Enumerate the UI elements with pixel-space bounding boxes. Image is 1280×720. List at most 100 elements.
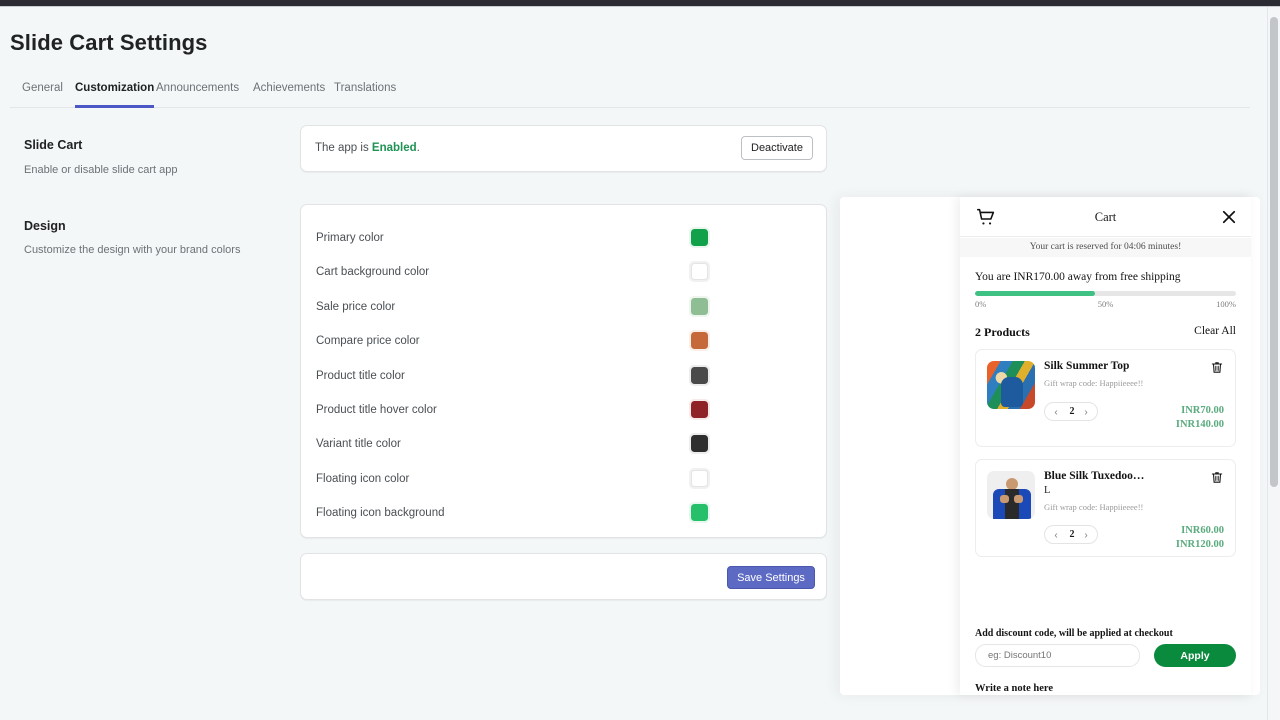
deactivate-button[interactable]: Deactivate	[741, 136, 813, 160]
gift-wrap-code: Gift wrap code: Happiieeee!!	[1044, 502, 1143, 512]
color-setting-row: Primary color	[301, 224, 828, 258]
product-title[interactable]: Blue Silk Tuxedoo…	[1044, 470, 1144, 482]
tab-announcements[interactable]: Announcements	[156, 77, 239, 108]
tab-customization[interactable]: Customization	[75, 77, 154, 108]
page-scrollbar-track[interactable]	[1267, 7, 1280, 720]
app-root: Slide Cart Settings Customization Genera…	[0, 0, 1280, 720]
product-variant: L	[1044, 485, 1050, 496]
quantity-increase-button[interactable]: ›	[1079, 528, 1093, 543]
save-settings-button[interactable]: Save Settings	[727, 566, 815, 589]
section-subtext-slide-cart: Enable or disable slide cart app	[24, 164, 177, 176]
gift-wrap-code: Gift wrap code: Happiieeee!!	[1044, 378, 1143, 388]
apply-discount-button[interactable]: Apply	[1154, 644, 1236, 667]
color-setting-row: Floating icon background	[301, 499, 828, 533]
product-sale-price: INR70.00	[1181, 405, 1224, 416]
tab-bar: Customization General Announcements Achi…	[10, 77, 1250, 108]
app-status-text: The app is Enabled.	[315, 142, 420, 154]
free-shipping-progress-track	[975, 291, 1236, 296]
product-title[interactable]: Silk Summer Top	[1044, 360, 1129, 372]
tab-translations[interactable]: Translations	[334, 77, 396, 108]
color-swatch-button[interactable]	[689, 296, 710, 317]
product-compare-price: INR140.00	[1176, 419, 1224, 430]
color-swatch	[691, 263, 708, 280]
color-swatch-button[interactable]	[689, 261, 710, 282]
close-icon[interactable]	[1220, 208, 1238, 226]
color-swatch	[691, 401, 708, 418]
color-setting-label: Sale price color	[316, 301, 395, 313]
clear-all-button[interactable]: Clear All	[1194, 325, 1236, 337]
app-status-value: Enabled	[372, 142, 417, 154]
cart-reservation-banner: Your cart is reserved for 04:06 minutes!	[960, 238, 1251, 257]
page-title: Slide Cart Settings	[10, 30, 208, 56]
color-swatch-button[interactable]	[689, 365, 710, 386]
color-setting-label: Floating icon color	[316, 473, 409, 485]
color-setting-label: Cart background color	[316, 266, 429, 278]
products-summary-row: 2 Products Clear All	[975, 325, 1236, 341]
color-setting-label: Compare price color	[316, 335, 420, 347]
quantity-stepper: ‹ 2 ›	[1044, 402, 1098, 421]
color-swatch	[691, 470, 708, 487]
color-swatch-button[interactable]	[689, 502, 710, 523]
products-count-label: 2 Products	[975, 325, 1030, 340]
color-setting-row: Sale price color	[301, 293, 828, 327]
product-thumbnail	[987, 361, 1035, 409]
trash-icon[interactable]	[1210, 470, 1224, 485]
cart-header: Cart	[960, 197, 1251, 237]
page-scrollbar-thumb[interactable]	[1270, 17, 1278, 487]
cart-drawer-preview: Cart Your cart is reserved for 04:06 min…	[960, 197, 1251, 695]
color-setting-label: Primary color	[316, 232, 384, 244]
color-setting-row: Floating icon color	[301, 465, 828, 499]
list-item: Blue Silk Tuxedoo… L Gift wrap code: Hap…	[975, 459, 1236, 557]
color-swatch	[691, 367, 708, 384]
settings-page: Slide Cart Settings Customization Genera…	[0, 7, 1280, 720]
progress-scale: 0% 50% 100%	[975, 299, 1236, 311]
quantity-increase-button[interactable]: ›	[1079, 405, 1093, 420]
discount-code-label: Add discount code, will be applied at ch…	[975, 628, 1173, 639]
cart-reservation-text: Your cart is reserved for 04:06 minutes!	[960, 242, 1251, 252]
color-setting-row: Variant title color	[301, 430, 828, 464]
design-card: Primary color Cart background color Sale p…	[300, 204, 827, 538]
quantity-stepper: ‹ 2 ›	[1044, 525, 1098, 544]
color-setting-row: Product title color	[301, 362, 828, 396]
color-swatch-button[interactable]	[689, 433, 710, 454]
section-subtext-design: Customize the design with your brand col…	[24, 244, 240, 256]
color-swatch	[691, 298, 708, 315]
color-swatch	[691, 332, 708, 349]
trash-icon[interactable]	[1210, 360, 1224, 375]
save-card: Save Settings	[300, 553, 827, 600]
cart-title: Cart	[960, 210, 1251, 225]
tab-general[interactable]: General	[22, 77, 63, 108]
progress-tick-100: 100%	[1216, 299, 1236, 309]
gift-wrap-value: Happiieeee!!	[1099, 502, 1143, 512]
progress-tick-50: 50%	[1098, 299, 1114, 309]
color-swatch-button[interactable]	[689, 468, 710, 489]
color-swatch	[691, 229, 708, 246]
tab-achievements[interactable]: Achievements	[253, 77, 325, 108]
section-heading-slide-cart: Slide Cart	[24, 138, 82, 152]
section-heading-design: Design	[24, 219, 66, 233]
color-setting-label: Product title color	[316, 370, 405, 382]
gift-wrap-value: Happiieeee!!	[1099, 378, 1143, 388]
progress-tick-0: 0%	[975, 299, 986, 309]
product-compare-price: INR120.00	[1176, 539, 1224, 550]
color-setting-label: Floating icon background	[316, 507, 445, 519]
free-shipping-message: You are INR170.00 away from free shippin…	[975, 271, 1180, 283]
app-status-prefix: The app is	[315, 142, 372, 154]
product-thumbnail	[987, 471, 1035, 519]
discount-code-input[interactable]	[975, 644, 1140, 667]
app-status-card: The app is Enabled. Deactivate	[300, 125, 827, 172]
color-swatch-button[interactable]	[689, 399, 710, 420]
color-setting-label: Variant title color	[316, 438, 401, 450]
free-shipping-progress-fill	[975, 291, 1095, 296]
color-setting-row: Product title hover color	[301, 396, 828, 430]
gift-wrap-label: Gift wrap code:	[1044, 378, 1097, 388]
color-swatch-button[interactable]	[689, 330, 710, 351]
color-setting-label: Product title hover color	[316, 404, 437, 416]
list-item: Silk Summer Top Gift wrap code: Happiiee…	[975, 349, 1236, 447]
color-swatch	[691, 435, 708, 452]
gift-wrap-label: Gift wrap code:	[1044, 502, 1097, 512]
app-status-suffix: .	[417, 142, 420, 154]
color-swatch-button[interactable]	[689, 227, 710, 248]
color-swatch	[691, 504, 708, 521]
product-sale-price: INR60.00	[1181, 525, 1224, 536]
